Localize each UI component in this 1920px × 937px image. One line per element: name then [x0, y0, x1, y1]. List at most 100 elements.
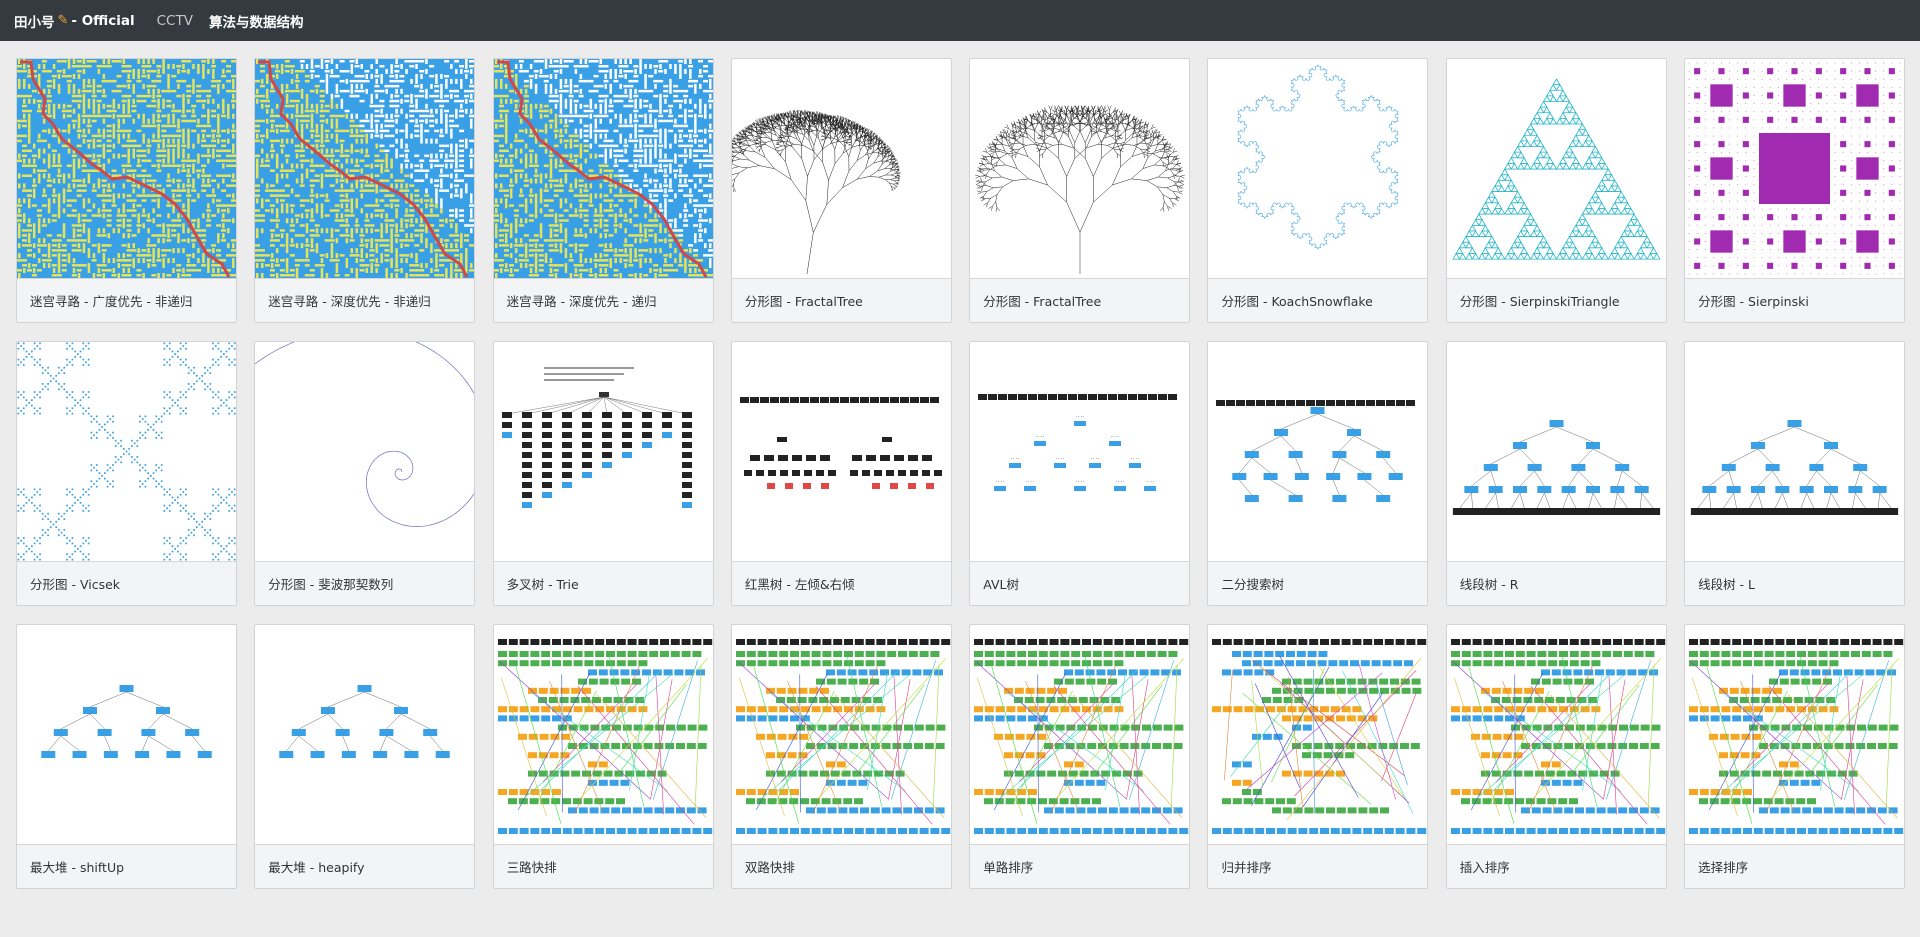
demo-card[interactable]: 分形图 - FractalTree — [730, 58, 952, 323]
sort-quick3-icon — [497, 639, 712, 834]
navbar: 田小号 ✎ - Official CCTV 算法与数据结构 — [0, 0, 1920, 41]
demo-card[interactable]: 多叉树 - Trie — [492, 341, 714, 606]
card-thumbnail[interactable] — [255, 625, 475, 845]
card-caption: 迷宫寻路 - 深度优先 - 非递归 — [255, 279, 475, 322]
card-caption: 插入排序 — [1446, 845, 1666, 888]
card-caption: 归并排序 — [1208, 845, 1428, 888]
segment-tree-l-icon — [1690, 420, 1899, 515]
demo-card[interactable]: 线段树 - L — [1684, 341, 1906, 606]
card-thumbnail[interactable]: ·· ·· ·· ·· ·· ·· ·· ·· ·· ·· ·· ·· ·· ·· ·· ··… — [970, 342, 1190, 562]
card-thumbnail[interactable] — [731, 59, 951, 279]
card-caption: 双路快排 — [731, 845, 951, 888]
heap2-icon — [279, 685, 451, 758]
card-caption: 分形图 - SierpinskiTriangle — [1446, 279, 1666, 322]
sort-merge-icon — [1212, 639, 1427, 834]
demo-card[interactable]: 红黑树 - 左倾&右倾 — [730, 341, 952, 606]
card-thumbnail[interactable] — [17, 342, 236, 562]
demo-card[interactable]: 双路快排 — [730, 624, 952, 889]
card-thumbnail[interactable] — [1446, 59, 1666, 279]
demo-card[interactable]: 单路排序 — [969, 624, 1191, 889]
demo-card[interactable]: 线段树 - R — [1445, 341, 1667, 606]
demo-card[interactable]: 最大堆 - heapify — [254, 624, 476, 889]
card-caption: 迷宫寻路 - 深度优先 - 递归 — [493, 279, 713, 322]
card-thumbnail[interactable] — [970, 59, 1190, 279]
card-thumbnail[interactable] — [17, 625, 236, 845]
card-thumbnail[interactable] — [255, 342, 475, 562]
demo-card[interactable]: 迷宫寻路 - 深度优先 - 递归 — [492, 58, 714, 323]
segment-tree-r-icon — [1452, 420, 1660, 515]
heap-icon — [41, 685, 212, 758]
card-caption: 线段树 - L — [1685, 562, 1905, 605]
card-caption: 分形图 - KoachSnowflake — [1208, 279, 1428, 322]
card-caption: 多叉树 - Trie — [493, 562, 713, 605]
nav-link-algorithms[interactable]: 算法与数据结构 — [209, 11, 304, 31]
card-thumbnail[interactable] — [1685, 342, 1905, 562]
demo-card[interactable]: 迷宫寻路 - 深度优先 - 非递归 — [254, 58, 476, 323]
card-thumbnail[interactable] — [493, 59, 713, 279]
demo-card[interactable]: 分形图 - Sierpinski — [1684, 58, 1906, 323]
maze-mixed-icon — [255, 59, 475, 278]
sierpinski-triangle-icon — [1452, 78, 1661, 260]
nav-link-cctv[interactable]: CCTV — [157, 13, 193, 29]
card-thumbnail[interactable] — [17, 59, 236, 279]
vicsek-icon — [17, 342, 236, 561]
rb-tree-icon — [739, 397, 942, 489]
sort-select-icon — [1689, 639, 1904, 834]
card-thumbnail[interactable] — [970, 625, 1190, 845]
demo-card[interactable]: 归并排序 — [1207, 624, 1429, 889]
bst-icon — [1216, 400, 1416, 502]
card-caption: 分形图 - FractalTree — [970, 279, 1190, 322]
sort-quick1-icon — [974, 639, 1189, 834]
card-caption: 三路快排 — [493, 845, 713, 888]
sort-quick2-icon — [735, 639, 951, 834]
demo-card[interactable]: 三路快排 — [492, 624, 714, 889]
demo-card[interactable]: ·· ·· ·· ·· ·· ·· ·· ·· ·· ·· ·· ·· ·· ·· ·· ··… — [969, 341, 1191, 606]
demo-card[interactable]: 分形图 - KoachSnowflake — [1207, 58, 1429, 323]
card-caption: 最大堆 - heapify — [255, 845, 475, 888]
demo-card[interactable]: 分形图 - SierpinskiTriangle — [1445, 58, 1667, 323]
demo-card[interactable]: 分形图 - FractalTree — [969, 58, 1191, 323]
card-caption: 红黑树 - 左倾&右倾 — [731, 562, 951, 605]
card-caption: 分形图 - Sierpinski — [1685, 279, 1905, 322]
demo-card[interactable]: 二分搜索树 — [1207, 341, 1429, 606]
card-thumbnail[interactable] — [1685, 625, 1905, 845]
sort-insert-icon — [1450, 639, 1665, 834]
demo-card[interactable]: 迷宫寻路 - 广度优先 - 非递归 — [16, 58, 237, 323]
card-thumbnail[interactable] — [1208, 59, 1428, 279]
card-caption: 分形图 - 斐波那契数列 — [255, 562, 475, 605]
card-caption: 分形图 - Vicsek — [17, 562, 236, 605]
card-thumbnail[interactable] — [731, 342, 951, 562]
card-thumbnail[interactable] — [493, 625, 713, 845]
sierpinski-carpet-icon — [1685, 59, 1905, 278]
card-thumbnail[interactable] — [1446, 625, 1666, 845]
demo-card[interactable]: 最大堆 - shiftUp — [16, 624, 237, 889]
demo-card[interactable]: 插入排序 — [1445, 624, 1667, 889]
card-thumbnail[interactable] — [1208, 625, 1428, 845]
card-caption: 单路排序 — [970, 845, 1190, 888]
avl-tree-icon: ·· ···· ·· ·· ···· ·· ·· ·· ·· ·· ·· ···· ··… — [978, 394, 1178, 491]
card-thumbnail[interactable] — [731, 625, 951, 845]
koch-snowflake-icon — [1237, 64, 1400, 250]
fractal-tree-sym-icon — [975, 105, 1186, 274]
trie-icon — [501, 367, 692, 508]
card-thumbnail[interactable] — [1685, 59, 1905, 279]
demo-card[interactable]: 分形图 - 斐波那契数列 — [254, 341, 476, 606]
card-thumbnail[interactable] — [1446, 342, 1666, 562]
brand[interactable]: 田小号 ✎ - Official — [14, 11, 135, 31]
card-grid: 迷宫寻路 - 广度优先 - 非递归 迷宫寻路 - 深度优先 - 非递归 迷宫寻路 -… — [16, 58, 1906, 889]
card-thumbnail[interactable] — [1208, 342, 1428, 562]
card-caption: 二分搜索树 — [1208, 562, 1428, 605]
card-thumbnail[interactable] — [255, 59, 475, 279]
card-caption: 线段树 - R — [1446, 562, 1666, 605]
demo-card[interactable]: 选择排序 — [1684, 624, 1906, 889]
card-caption: 迷宫寻路 - 广度优先 - 非递归 — [17, 279, 236, 322]
card-caption: 最大堆 - shiftUp — [17, 845, 236, 888]
demo-card[interactable]: 分形图 - Vicsek — [16, 341, 237, 606]
card-thumbnail[interactable] — [493, 342, 713, 562]
maze-mixed2-icon — [493, 59, 713, 278]
card-caption: 选择排序 — [1685, 845, 1905, 888]
brand-name: 田小号 — [14, 14, 55, 31]
maze-yellow-icon — [17, 59, 236, 278]
card-caption: AVL树 — [970, 562, 1190, 605]
fibonacci-spiral-icon — [255, 342, 475, 527]
